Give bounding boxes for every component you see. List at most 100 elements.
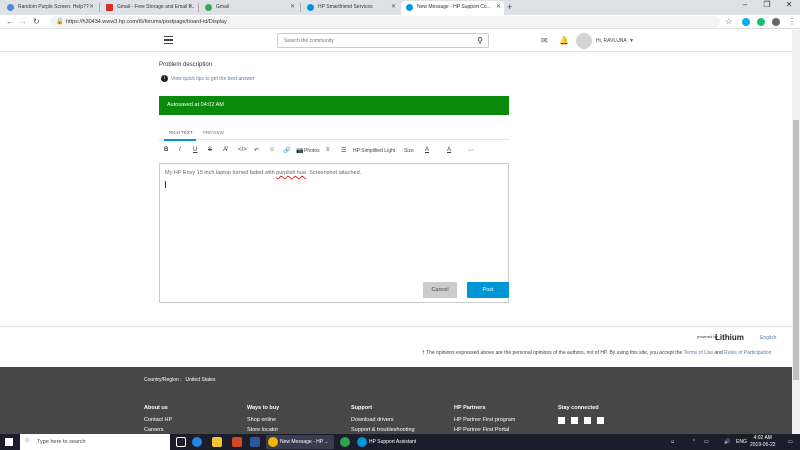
tab-preview[interactable]: PREVIEW	[203, 130, 224, 135]
close-window-button[interactable]: ✕	[778, 0, 800, 9]
windows-start-icon[interactable]	[5, 438, 13, 446]
language-selector[interactable]: English	[760, 335, 776, 341]
extension-icon[interactable]	[757, 18, 765, 26]
task-view-icon[interactable]	[176, 437, 186, 447]
edge-icon[interactable]	[192, 437, 202, 447]
text-color-icon[interactable]: A	[425, 147, 429, 153]
footer-column-partners: HP Partners HP Partner First program HP …	[454, 405, 515, 434]
search-icon[interactable]: ⚲	[477, 36, 483, 45]
file-explorer-icon[interactable]	[212, 437, 222, 447]
community-search-input[interactable]: Search the community ⚲	[277, 33, 489, 48]
people-icon[interactable]: ☺	[670, 439, 675, 445]
photos-button[interactable]: Photos	[304, 148, 320, 154]
close-icon[interactable]: ✕	[290, 3, 295, 10]
cancel-button[interactable]: Cancel	[423, 282, 457, 298]
footer-link[interactable]: Contact HP	[144, 417, 172, 423]
language-indicator[interactable]: ENG	[736, 439, 747, 445]
search-placeholder: Search the community	[284, 38, 334, 44]
code-icon[interactable]: </>	[238, 147, 247, 153]
taskbar-app-hp-support[interactable]: HP Support Assistant	[355, 435, 425, 449]
tray-chevron-icon[interactable]: ⌃	[692, 439, 696, 445]
size-select[interactable]: Size	[404, 148, 414, 154]
footer-link[interactable]: Shop online	[247, 417, 279, 423]
taskbar-clock[interactable]: 4:02 AM 2019-05-22	[750, 435, 776, 449]
notification-bell-icon[interactable]: 🔔	[559, 36, 569, 45]
menu-dots-icon[interactable]: ⋮	[788, 17, 796, 26]
hamburger-menu-icon[interactable]	[164, 36, 173, 44]
italic-icon[interactable]: I	[179, 147, 181, 153]
close-icon[interactable]: ✕	[89, 3, 94, 10]
close-icon[interactable]: ✕	[188, 3, 193, 10]
country-region[interactable]: Country/Region : United States	[144, 377, 216, 383]
close-icon[interactable]: ✕	[496, 3, 501, 10]
chevron-down-icon[interactable]: ▼	[629, 38, 634, 44]
terms-of-use-link[interactable]: Terms of Use	[684, 350, 713, 356]
camera-icon[interactable]: 📷	[296, 147, 303, 154]
green-app-icon[interactable]	[340, 437, 350, 447]
browser-tab-2[interactable]: Gmail - Free Storage and Email f... ✕	[101, 1, 196, 15]
underline-icon[interactable]: U	[193, 147, 197, 153]
minimize-button[interactable]: –	[734, 0, 756, 9]
footer-link[interactable]: Store locator	[247, 427, 279, 433]
volume-icon[interactable]: 🔊	[724, 439, 730, 445]
browser-tab-3[interactable]: Gmail ✕	[200, 1, 298, 15]
skype-extension-icon[interactable]	[742, 18, 750, 26]
page-scrollbar[interactable]	[792, 30, 800, 434]
numbered-list-icon[interactable]: ≡	[326, 147, 330, 153]
divider	[0, 326, 792, 327]
mail-icon[interactable]: ✉	[541, 36, 548, 45]
bold-icon[interactable]: B	[164, 147, 168, 153]
undo-icon[interactable]: ↶	[254, 147, 259, 154]
more-options-icon[interactable]: ⋯	[468, 147, 474, 154]
bullet-list-icon[interactable]: ☰	[341, 147, 346, 154]
rules-of-participation-link[interactable]: Rules of Participation	[724, 350, 771, 356]
footer-column-title: Stay connected	[558, 405, 599, 411]
youtube-icon[interactable]	[597, 417, 604, 424]
social-icons	[558, 417, 610, 426]
quick-tips-link[interactable]: quick tips to get the best answer	[183, 76, 254, 82]
emoji-icon[interactable]: ☺	[269, 147, 275, 153]
tab-rich-text[interactable]: RICH TEXT	[169, 130, 193, 135]
twitter-icon[interactable]	[584, 417, 591, 424]
back-icon[interactable]: ←	[6, 17, 14, 26]
post-button[interactable]: Post	[467, 282, 509, 298]
bookmark-star-icon[interactable]: ☆	[725, 17, 732, 26]
footer-link[interactable]: Careers	[144, 427, 172, 433]
browser-tab-5-active[interactable]: New Message - HP Support Co... ✕	[401, 1, 504, 15]
close-icon[interactable]: ✕	[391, 3, 396, 10]
powerpoint-icon[interactable]	[232, 437, 242, 447]
forward-icon[interactable]: →	[19, 17, 27, 26]
address-bar[interactable]: 🔒 https://h30434.www3.hp.com/t5/forums/p…	[50, 16, 720, 28]
facebook-icon[interactable]	[558, 417, 565, 424]
url-text: https://h30434.www3.hp.com/t5/forums/pos…	[66, 19, 227, 25]
maximize-button[interactable]: ❐	[756, 0, 778, 9]
word-icon[interactable]	[250, 437, 260, 447]
new-tab-button[interactable]: +	[507, 2, 512, 12]
site-footer: Country/Region : United States About us C…	[0, 367, 792, 434]
avatar[interactable]	[576, 33, 592, 49]
user-menu[interactable]: Hi, RAVLUNA	[596, 38, 627, 44]
taskbar-search-input[interactable]: ○ Type here to search	[20, 434, 170, 450]
highlight-color-icon[interactable]: A	[447, 147, 451, 153]
footer-link[interactable]: HP Partner First Portal	[454, 427, 515, 433]
browser-tab-1[interactable]: Random Purple Screen: Help?? ✕	[2, 1, 97, 15]
linkedin-icon[interactable]	[571, 417, 578, 424]
account-icon[interactable]	[772, 18, 780, 26]
lithium-logo[interactable]: Lithium	[715, 333, 744, 342]
page-content: Search the community ⚲ ✉ 🔔 Hi, RAVLUNA ▼…	[0, 30, 792, 434]
notifications-icon[interactable]: ▭	[788, 439, 793, 445]
network-icon[interactable]: ▭	[704, 439, 709, 445]
footer-link[interactable]: Support & troubleshooting	[351, 427, 415, 433]
clear-format-icon[interactable]: A̸	[223, 147, 227, 153]
footer-link[interactable]: HP Partner First program	[454, 417, 515, 423]
link-icon[interactable]: 🔗	[283, 147, 290, 154]
reload-icon[interactable]: ↻	[33, 17, 40, 26]
scrollbar-thumb[interactable]	[793, 120, 799, 380]
footer-link[interactable]: Download drivers	[351, 417, 415, 423]
strikethrough-icon[interactable]: S	[208, 147, 212, 153]
browser-tab-4[interactable]: HP Smartfriend Services ✕	[302, 1, 399, 15]
font-select[interactable]: HP Simplified Light	[353, 148, 395, 154]
footer-column-title: Support	[351, 405, 373, 411]
taskbar-app-chrome[interactable]: New Message - HP ...	[266, 435, 334, 449]
taskbar-search-placeholder: Type here to search	[37, 439, 86, 445]
